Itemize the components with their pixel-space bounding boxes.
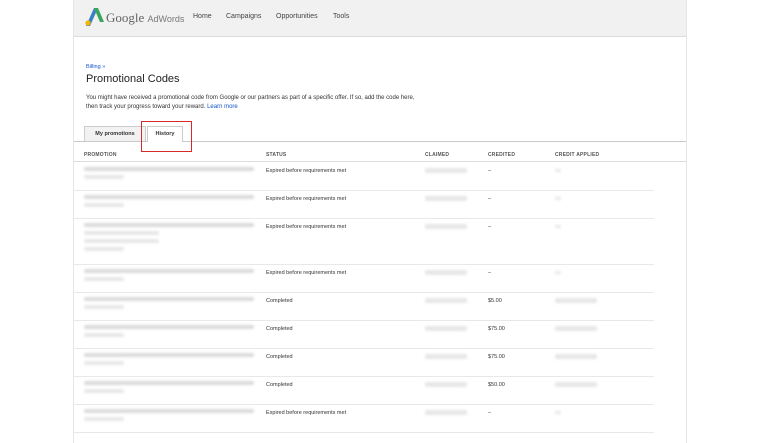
redacted-credit-applied: [555, 326, 597, 331]
redacted-credit-applied: [555, 354, 597, 359]
top-bar: Google AdWords Home Campaigns Opportunit…: [74, 0, 686, 37]
credited-value: –: [488, 270, 492, 276]
redacted-promotion: [84, 409, 254, 413]
table-row: Expired before requirements met –: [74, 162, 654, 191]
redacted-promotion: [84, 353, 254, 357]
tab-my-promotions[interactable]: My promotions: [84, 126, 146, 141]
redacted-claimed-date: [425, 224, 467, 229]
redacted-promotion: [84, 277, 124, 281]
adwords-logo-icon[interactable]: [85, 8, 105, 26]
redacted-promotion: [84, 167, 254, 171]
redacted-promotion: [84, 223, 254, 227]
nav-campaigns[interactable]: Campaigns: [226, 13, 261, 20]
status-text: Completed: [266, 382, 293, 388]
credited-value: –: [488, 224, 492, 230]
table-header: PROMOTION STATUS CLAIMED CREDITED CREDIT…: [74, 147, 686, 162]
credited-value: $75.00: [488, 326, 505, 332]
column-claimed[interactable]: CLAIMED: [425, 152, 449, 158]
learn-more-link[interactable]: Learn more: [207, 104, 238, 110]
redacted-credit-applied: [555, 197, 561, 200]
redacted-promotion: [84, 297, 254, 301]
nav-home[interactable]: Home: [193, 13, 212, 20]
redacted-claimed-date: [425, 382, 467, 387]
table-row: Completed $75.00: [74, 348, 654, 377]
credited-value: $75.00: [488, 354, 505, 360]
status-text: Completed: [266, 354, 293, 360]
credited-value: $5.00: [488, 298, 502, 304]
page-title: Promotional Codes: [86, 73, 180, 85]
credited-value: –: [488, 168, 492, 174]
redacted-promotion: [84, 417, 124, 421]
status-text: Completed: [266, 298, 293, 304]
redacted-claimed-date: [425, 410, 467, 415]
credited-value: –: [488, 196, 492, 202]
column-status[interactable]: STATUS: [266, 152, 286, 158]
redacted-claimed-date: [425, 354, 467, 359]
redacted-promotion: [84, 381, 254, 385]
redacted-claimed-date: [425, 298, 467, 303]
status-text: Expired before requirements met: [266, 410, 347, 416]
table-row: Expired before requirements met –: [74, 190, 654, 219]
status-text: Expired before requirements met: [266, 196, 347, 202]
redacted-promotion: [84, 305, 124, 309]
table-row: Expired before requirements met –: [74, 404, 654, 433]
credited-value: $50.00: [488, 382, 505, 388]
column-promotion[interactable]: PROMOTION: [84, 152, 117, 158]
table-row: Completed $50.00: [74, 376, 654, 405]
redacted-promotion: [84, 175, 124, 179]
column-credit-applied[interactable]: CREDIT APPLIED: [555, 152, 599, 158]
redacted-promotion: [84, 203, 124, 207]
nav-opportunities[interactable]: Opportunities: [276, 13, 318, 20]
breadcrumb[interactable]: Billing »: [86, 64, 105, 70]
redacted-promotion: [84, 333, 124, 337]
table-row: Completed $75.00: [74, 320, 654, 349]
redacted-promotion: [84, 239, 159, 243]
credited-value: –: [488, 410, 492, 416]
redacted-claimed-date: [425, 326, 467, 331]
status-text: Expired before requirements met: [266, 168, 347, 174]
redacted-promotion: [84, 195, 254, 199]
redacted-promotion: [84, 269, 254, 273]
status-text: Expired before requirements met: [266, 224, 347, 230]
table-row: Expired before requirements met –: [74, 218, 654, 265]
redacted-promotion: [84, 325, 254, 329]
redacted-claimed-date: [425, 196, 467, 201]
redacted-promotion: [84, 231, 159, 235]
adwords-window: Google AdWords Home Campaigns Opportunit…: [73, 0, 687, 443]
column-credited[interactable]: CREDITED: [488, 152, 515, 158]
redacted-claimed-date: [425, 270, 467, 275]
redacted-credit-applied: [555, 382, 597, 387]
table-row: Completed $5.00: [74, 292, 654, 321]
nav-tools[interactable]: Tools: [333, 13, 349, 20]
redacted-credit-applied: [555, 411, 561, 414]
status-text: Expired before requirements met: [266, 270, 347, 276]
brand: Google AdWords: [106, 10, 185, 25]
redacted-credit-applied: [555, 298, 597, 303]
redacted-promotion: [84, 361, 124, 365]
redacted-credit-applied: [555, 271, 561, 274]
redacted-promotion: [84, 389, 124, 393]
redacted-credit-applied: [555, 225, 561, 228]
table-row: Expired before requirements met –: [74, 264, 654, 293]
page-description: You might have received a promotional co…: [86, 95, 415, 110]
redacted-promotion: [84, 247, 124, 251]
status-text: Completed: [266, 326, 293, 332]
redacted-credit-applied: [555, 169, 561, 172]
redacted-claimed-date: [425, 168, 467, 173]
